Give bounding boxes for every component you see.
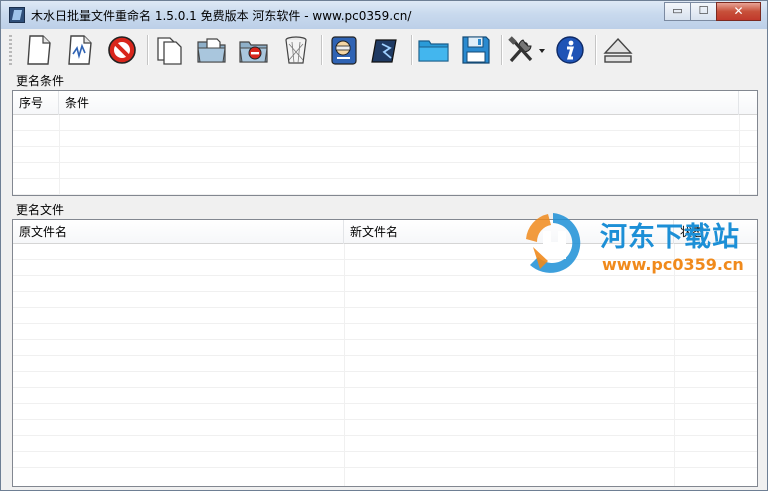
- toolbar-grip[interactable]: [9, 35, 12, 65]
- files-rows: [13, 244, 757, 486]
- delete-button[interactable]: [278, 32, 314, 68]
- add-to-folder-icon: [197, 38, 226, 63]
- save-disk-icon: [462, 36, 490, 64]
- maximize-button[interactable]: ☐: [690, 2, 717, 21]
- table-row[interactable]: [13, 372, 757, 388]
- execute-button[interactable]: [368, 32, 404, 68]
- toolbar-separator: [501, 35, 502, 65]
- conditions-rows: [13, 115, 757, 195]
- minimize-icon: ▭: [672, 4, 683, 17]
- watermark-url: www.pc0359.cn: [602, 255, 744, 274]
- table-row[interactable]: [13, 292, 757, 308]
- toolbar-separator: [595, 35, 596, 65]
- new-file-icon: [27, 35, 51, 65]
- edit-file-icon: [68, 35, 92, 65]
- preview-button[interactable]: [326, 32, 362, 68]
- copy-pages-button[interactable]: [152, 32, 188, 68]
- files-group-label: 更名文件: [16, 203, 65, 217]
- table-row[interactable]: [13, 340, 757, 356]
- table-row[interactable]: [13, 388, 757, 404]
- toolbar: [1, 29, 767, 71]
- maximize-icon: ☐: [698, 4, 709, 17]
- app-icon[interactable]: [9, 7, 25, 23]
- table-row[interactable]: [13, 420, 757, 436]
- table-row[interactable]: [13, 308, 757, 324]
- toolbar-separator: [411, 35, 412, 65]
- table-row[interactable]: [13, 179, 757, 195]
- open-folder-icon: [418, 40, 449, 62]
- main-window: 木水日批量文件重命名 1.5.0.1 免费版本 河东软件 - www.pc035…: [0, 0, 768, 491]
- close-icon: ✕: [733, 4, 744, 18]
- column-header-original-name[interactable]: 原文件名: [13, 220, 344, 244]
- watermark: 河东下载站 www.pc0359.cn: [518, 209, 763, 279]
- remove-from-folder-button[interactable]: [236, 32, 272, 68]
- table-row[interactable]: [13, 131, 757, 147]
- stop-icon: [108, 36, 136, 64]
- eject-icon: [603, 37, 633, 63]
- stop-button[interactable]: [104, 32, 140, 68]
- table-row[interactable]: [13, 115, 757, 131]
- window-title: 木水日批量文件重命名 1.5.0.1 免费版本 河东软件 - www.pc035…: [31, 9, 412, 23]
- watermark-logo-icon: [526, 213, 581, 273]
- table-row[interactable]: [13, 324, 757, 340]
- conditions-group-label: 更名条件: [16, 74, 65, 88]
- table-row[interactable]: [13, 436, 757, 452]
- conditions-list[interactable]: 序号 条件: [12, 90, 758, 196]
- execute-icon: [371, 39, 397, 63]
- toolbar-separator: [147, 35, 148, 65]
- table-row[interactable]: [13, 452, 757, 468]
- save-button[interactable]: [458, 32, 494, 68]
- info-icon: [556, 36, 584, 64]
- window-controls: ▭ ☐ ✕: [664, 2, 761, 21]
- preview-icon: [331, 36, 357, 65]
- remove-from-folder-icon: [239, 41, 268, 63]
- close-button[interactable]: ✕: [716, 2, 761, 21]
- toolbar-separator: [321, 35, 322, 65]
- about-button[interactable]: [552, 32, 588, 68]
- tools-icon: [508, 36, 545, 63]
- exit-button[interactable]: [600, 32, 636, 68]
- watermark-title: 河东下载站: [600, 222, 740, 253]
- table-row[interactable]: [13, 147, 757, 163]
- trash-icon: [285, 36, 307, 64]
- title-bar[interactable]: 木水日批量文件重命名 1.5.0.1 免费版本 河东软件 - www.pc035…: [1, 1, 767, 29]
- edit-file-button[interactable]: [62, 32, 98, 68]
- table-row[interactable]: [13, 356, 757, 372]
- minimize-button[interactable]: ▭: [664, 2, 691, 21]
- open-folder-button[interactable]: [416, 32, 452, 68]
- tools-dropdown-button[interactable]: [504, 32, 546, 68]
- table-row[interactable]: [13, 404, 757, 420]
- copy-pages-icon: [157, 37, 182, 65]
- conditions-header: 序号 条件: [13, 91, 757, 115]
- add-to-folder-button[interactable]: [194, 32, 230, 68]
- table-row[interactable]: [13, 163, 757, 179]
- column-header-index[interactable]: 序号: [13, 91, 59, 115]
- column-header-condition[interactable]: 条件: [59, 91, 739, 115]
- new-file-button[interactable]: [21, 32, 57, 68]
